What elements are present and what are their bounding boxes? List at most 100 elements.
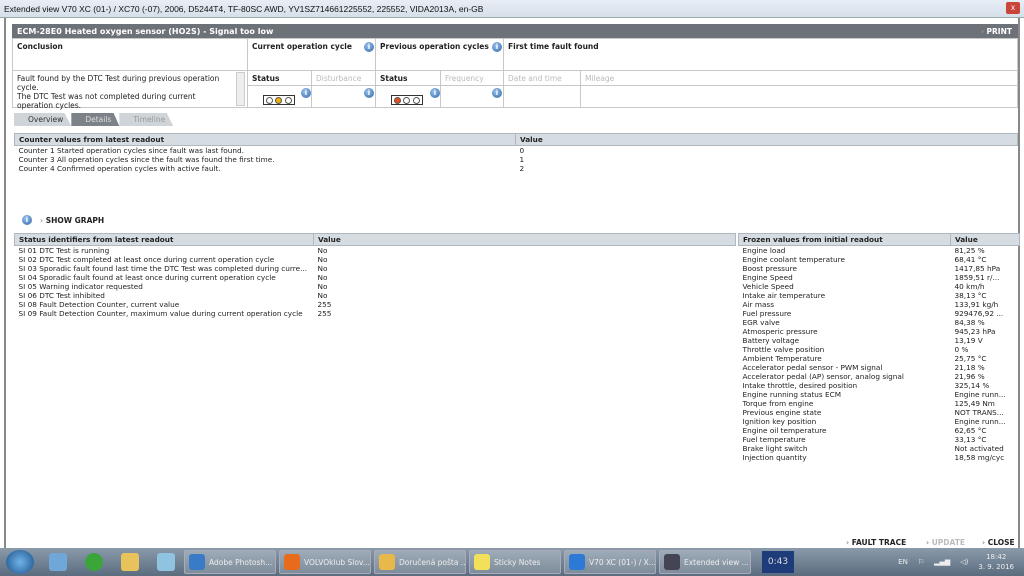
row-label: Counter 3 All operation cycles since the…	[18, 155, 275, 164]
frozen-value-header: Value	[950, 233, 1020, 246]
previous-cycles-label: Previous operation cycles	[380, 42, 489, 51]
table-row: Injection quantity 18,58 mg/cyc	[739, 453, 1020, 462]
counter-value-header: Value	[515, 133, 1018, 146]
info-icon[interactable]: i	[22, 215, 32, 225]
table-row: Accelerator pedal (AP) sensor, analog si…	[739, 372, 1020, 381]
conclusion-scrollbar[interactable]	[236, 72, 245, 106]
row-label: Vehicle Speed	[742, 282, 794, 291]
row-value: 0 %	[954, 345, 969, 354]
window-title: Extended view V70 XC (01-) / XC70 (-07),…	[4, 4, 484, 14]
tab-details[interactable]: Details	[71, 113, 120, 126]
flag-icon[interactable]: ⚐	[918, 558, 924, 566]
utorrent-icon[interactable]	[85, 553, 103, 571]
row-label: SI 06 DTC Test inhibited	[18, 291, 105, 300]
row-value: No	[317, 291, 328, 300]
app-icon	[474, 554, 490, 570]
conclusion-header: Conclusion	[12, 38, 248, 71]
row-label: Engine oil temperature	[742, 426, 827, 435]
taskbar-item[interactable]: Adobe Photosh...	[184, 550, 276, 574]
table-row: SI 09 Fault Detection Counter, maximum v…	[15, 309, 736, 318]
calculator-icon[interactable]	[49, 553, 67, 571]
close-button[interactable]: CLOSE	[982, 538, 1015, 547]
row-value: 81,25 %	[954, 246, 985, 255]
row-value: 1	[519, 155, 525, 164]
row-label: Fuel temperature	[742, 435, 806, 444]
row-label: Fuel pressure	[742, 309, 792, 318]
app-icon	[664, 554, 680, 570]
taskbar-item-label: Doručená pošta ...	[399, 557, 466, 567]
system-tray: EN ⚐ ▂▄▆ ◁) 18:42 3. 9. 2016	[898, 552, 1024, 572]
table-row: Battery voltage 13,19 V	[739, 336, 1020, 345]
network-icon[interactable]: ▂▄▆	[934, 558, 950, 566]
table-row: Counter 1 Started operation cycles since…	[15, 146, 1018, 156]
info-icon[interactable]: i	[430, 88, 440, 98]
row-label: Battery voltage	[742, 336, 800, 345]
row-label: Injection quantity	[742, 453, 807, 462]
row-label: Brake light switch	[742, 444, 808, 453]
show-graph-button[interactable]: SHOW GRAPH	[40, 216, 104, 225]
row-label: Intake throttle, desired position	[742, 381, 858, 390]
mileage-label: Mileage	[580, 70, 1018, 86]
window-close-button[interactable]: x	[1006, 2, 1020, 14]
table-row: Accelerator pedal sensor - PWM signal 21,…	[739, 363, 1020, 372]
status-ids-value-header: Value	[313, 233, 736, 246]
app-icon	[569, 554, 585, 570]
frozen-header: Frozen values from initial readout	[738, 233, 951, 246]
row-value: Engine runn...	[954, 417, 1006, 426]
previous-status-label: Status	[375, 70, 441, 86]
first-time-header: First time fault found	[503, 38, 1018, 71]
table-row: SI 08 Fault Detection Counter, current v…	[15, 300, 736, 309]
row-value: Not activated	[954, 444, 1004, 453]
app-icon	[284, 554, 300, 570]
dtc-title: ECM-28E0 Heated oxygen sensor (HO2S) - S…	[17, 27, 274, 36]
taskbar-item-label: VOLVOklub Slov...	[304, 557, 370, 567]
table-row: Fuel pressure 929476,92 ...	[739, 309, 1020, 318]
volume-icon[interactable]: ◁)	[960, 558, 968, 566]
table-row: Boost pressure 1417,85 hPa	[739, 264, 1020, 273]
table-row: Torque from engine 125,49 Nm	[739, 399, 1020, 408]
language-indicator[interactable]: EN	[898, 558, 908, 566]
info-icon[interactable]: i	[492, 42, 502, 52]
update-button[interactable]: UPDATE	[926, 538, 965, 547]
print-button[interactable]: PRINT	[981, 27, 1012, 36]
row-value: 18,58 mg/cyc	[954, 453, 1005, 462]
row-value: NOT TRANS...	[954, 408, 1004, 417]
row-value: 1417,85 hPa	[954, 264, 1001, 273]
row-label: Boost pressure	[742, 264, 797, 273]
info-icon[interactable]: i	[364, 42, 374, 52]
taskbar-item[interactable]: Doručená pošta ...	[374, 550, 466, 574]
tab-overview[interactable]: Overview	[14, 113, 72, 126]
taskbar-item[interactable]: VOLVOklub Slov...	[279, 550, 371, 574]
row-label: Engine load	[742, 246, 786, 255]
table-row: Previous engine state NOT TRANS...	[739, 408, 1020, 417]
taskbar-item[interactable]: V70 XC (01-) / X...	[564, 550, 656, 574]
taskbar-item[interactable]: Sticky Notes	[469, 550, 561, 574]
info-icon[interactable]: i	[364, 88, 374, 98]
taskbar: Adobe Photosh... VOLVOklub Slov... Doručen…	[0, 548, 1024, 576]
table-row: Engine Speed 1859,51 r/...	[739, 273, 1020, 282]
row-label: Accelerator pedal sensor - PWM signal	[742, 363, 883, 372]
notepad-icon[interactable]	[157, 553, 175, 571]
row-value: No	[317, 264, 328, 273]
info-icon[interactable]: i	[492, 88, 502, 98]
taskbar-item[interactable]: Extended view ...	[659, 550, 751, 574]
row-label: Atmosperic pressure	[742, 327, 818, 336]
tab-bar: Overview Details Timeline	[14, 113, 174, 126]
disturbance-label: Disturbance	[311, 70, 376, 86]
fault-trace-button[interactable]: FAULT TRACE	[846, 538, 907, 547]
start-button[interactable]	[6, 550, 34, 574]
tab-timeline[interactable]: Timeline	[119, 113, 174, 126]
row-label: SI 02 DTC Test completed at least once d…	[18, 255, 275, 264]
row-value: No	[317, 282, 328, 291]
table-row: Throttle valve position 0 %	[739, 345, 1020, 354]
taskbar-item-label: Sticky Notes	[494, 557, 541, 567]
current-cycle-label: Current operation cycle	[252, 42, 352, 51]
clock[interactable]: 18:42 3. 9. 2016	[978, 552, 1014, 572]
row-value: 13,19 V	[954, 336, 983, 345]
mileage-cell	[580, 85, 1018, 108]
info-icon[interactable]: i	[301, 88, 311, 98]
explorer-icon[interactable]	[121, 553, 139, 571]
row-value: 21,96 %	[954, 372, 985, 381]
table-row: SI 05 Warning indicator requested No	[15, 282, 736, 291]
row-value: No	[317, 273, 328, 282]
